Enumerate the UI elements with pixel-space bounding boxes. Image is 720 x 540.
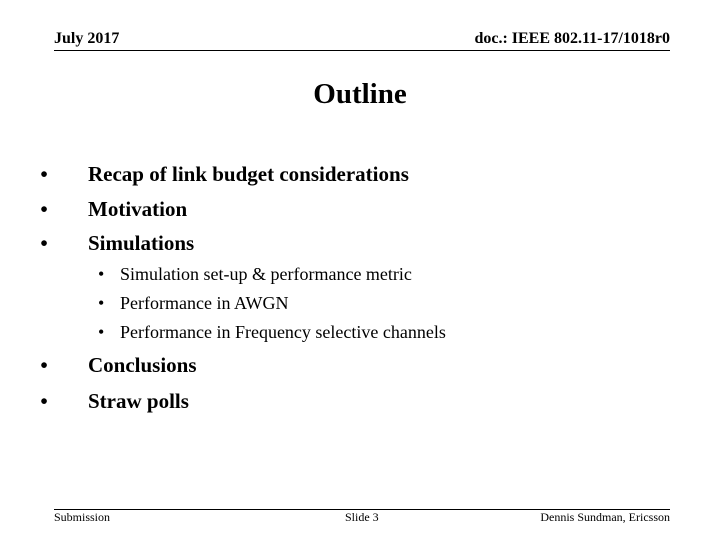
- list-item: • Straw polls: [30, 389, 189, 414]
- header-doc-id: doc.: IEEE 802.11-17/1018r0: [474, 30, 670, 47]
- list-item-text: Simulation set-up & performance metric: [120, 264, 412, 284]
- header-date: July 2017: [54, 30, 120, 47]
- list-item-text: Straw polls: [88, 389, 189, 413]
- list-item-text: Performance in Frequency selective chann…: [120, 322, 446, 342]
- slide-title: Outline: [313, 78, 407, 110]
- header-divider: [54, 50, 670, 51]
- list-item-text: Recap of link budget considerations: [88, 162, 409, 186]
- bullet-icon: •: [40, 197, 48, 221]
- list-item: • Conclusions: [30, 353, 197, 378]
- list-item-text: Conclusions: [88, 353, 197, 377]
- sub-list-item: • Simulation set-up & performance metric: [98, 264, 412, 285]
- bullet-icon: •: [98, 322, 105, 342]
- bullet-icon: •: [98, 293, 105, 313]
- list-item-text: Motivation: [88, 197, 188, 221]
- bullet-icon: •: [40, 353, 48, 377]
- bullet-icon: •: [40, 162, 48, 186]
- list-item: • Simulations: [30, 231, 194, 256]
- list-item: • Motivation: [30, 197, 187, 222]
- list-item-text: Performance in AWGN: [120, 293, 289, 313]
- sub-list-item: • Performance in AWGN: [98, 293, 289, 314]
- list-item-text: Simulations: [88, 231, 195, 255]
- sub-list-item: • Performance in Frequency selective chan…: [98, 322, 446, 343]
- bullet-icon: •: [40, 389, 48, 413]
- bullet-icon: •: [40, 231, 48, 255]
- bullet-icon: •: [98, 264, 105, 284]
- footer-submission: Submission: [54, 510, 111, 524]
- footer-author: Dennis Sundman, Ericsson: [540, 510, 670, 524]
- list-item: • Recap of link budget considerations: [30, 162, 409, 187]
- footer-slide-number: Slide 3: [345, 510, 379, 524]
